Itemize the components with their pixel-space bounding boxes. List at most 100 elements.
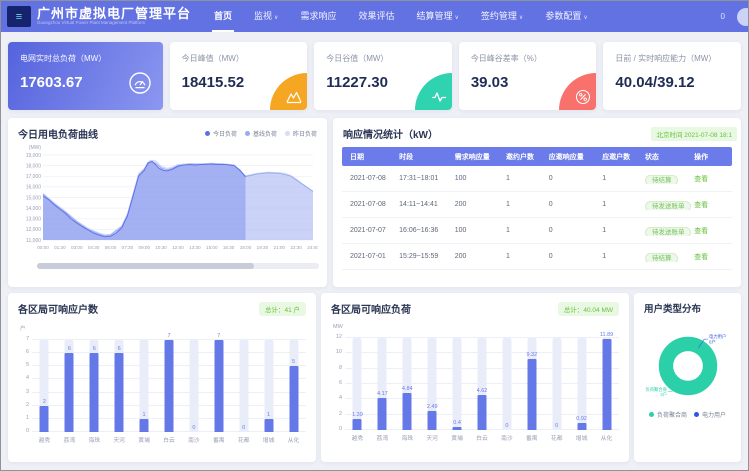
bar-value-label: 4.17 [370, 391, 395, 397]
table-cell: 0 [549, 175, 602, 182]
x-category-label: 越秀 [345, 433, 370, 442]
bar-value-label: 0 [231, 425, 256, 431]
view-link[interactable]: 查看 [694, 202, 708, 209]
x-category-label: 黄埔 [132, 435, 157, 444]
bar-4: 1 [132, 340, 157, 432]
brand: 广州市虚拟电厂管理平台 Guangzhou Virtual Power Plan… [37, 7, 191, 25]
app-subtitle: Guangzhou Virtual Power Plant Management… [37, 21, 191, 26]
district-load-categories: 越秀荔湾海珠天河黄埔白云南沙番禺花都增城从化 [345, 433, 619, 442]
nav-item-label: 结算管理 [416, 11, 452, 21]
legend-item[interactable]: 电力用户 [694, 410, 726, 419]
nav-item-2[interactable]: 需求响应 [289, 1, 347, 32]
bar-value-label: 1 [132, 412, 157, 418]
nav-item-4[interactable]: 结算管理∨ [405, 1, 469, 32]
bar-value-label: 2 [32, 399, 57, 405]
gauge-icon [129, 72, 151, 99]
bar-fill [477, 395, 486, 430]
user-type-donut-chart: 电力用户 0户 负荷聚合商 3户 [640, 319, 736, 409]
svg-text:16,000: 16,000 [26, 185, 42, 191]
load-curve-legend: 今日负荷 基线负荷昨日负荷 [205, 129, 317, 138]
bar-7: 7 [206, 340, 231, 432]
bar-10: 11.89 [594, 338, 619, 430]
kpi-label: 今日谷值（MW） [326, 53, 440, 64]
table-cell: 200 [455, 201, 506, 208]
legend-dot-icon [205, 131, 210, 136]
bar-fill [115, 353, 124, 432]
table-header-cell: 邀约户数 [506, 152, 549, 162]
district-load-chart: 0246810121.394.174.842.490.44.6209.3200.… [345, 338, 619, 430]
nav-item-6[interactable]: 参数配置∨ [534, 1, 598, 32]
topbar-right: 0 [721, 8, 748, 26]
legend-label: 基线负荷 [253, 129, 277, 138]
bar-6: 0 [494, 338, 519, 430]
y-axis-unit: 户 [20, 324, 316, 332]
table-cell: 100 [455, 175, 506, 182]
pie-value-aggregator: 3户 [660, 391, 667, 398]
svg-text:09:00: 09:00 [139, 245, 151, 250]
logo-glyph-icon: ≡ [16, 11, 22, 23]
svg-text:13,000: 13,000 [26, 217, 42, 223]
view-link[interactable]: 查看 [694, 228, 708, 235]
bar-background-track [477, 338, 486, 430]
bar-value-label: 0.4 [445, 420, 470, 426]
bar-6: 0 [181, 340, 206, 432]
legend-dot-icon [649, 412, 654, 417]
table-cell: 2021-07-08 [350, 201, 399, 208]
nav-item-1[interactable]: 监视∨ [243, 1, 289, 32]
table-cell: 1 [506, 201, 549, 208]
table-cell: 查看 [694, 200, 724, 210]
legend-dot-icon [285, 131, 290, 136]
district-users-categories: 越秀荔湾海珠天河黄埔白云南沙番禺花都增城从化 [32, 435, 306, 444]
user-type-title: 用户类型分布 [644, 301, 701, 315]
nav-item-5[interactable]: 签约管理∨ [470, 1, 534, 32]
bar-value-label: 6 [57, 346, 82, 352]
kpi-label: 日前 / 实时响应能力（MW） [615, 53, 729, 64]
legend-item[interactable]: 负荷聚合商 [649, 410, 687, 419]
table-cell: 0 [549, 201, 602, 208]
legend-item[interactable]: 基线负荷 [245, 129, 277, 138]
x-category-label: 花都 [544, 433, 569, 442]
bar-1: 6 [57, 340, 82, 432]
bar-value-label: 7 [157, 333, 182, 339]
svg-text:07:30: 07:30 [122, 245, 134, 250]
kpi-row: 电网实时总负荷（MW） 17603.67 今日峰值（MW） 18415.52 今… [8, 42, 741, 110]
table-cell: 1 [602, 227, 645, 234]
bar-background-track [164, 340, 173, 432]
bar-1: 4.17 [370, 338, 395, 430]
nav-item-0[interactable]: 首页 [203, 1, 243, 32]
bar-10: 5 [281, 340, 306, 432]
y-tick-label: 0 [16, 428, 29, 434]
y-tick-label: 12 [329, 334, 342, 340]
bar-value-label: 9.32 [519, 352, 544, 358]
kpi-value: 40.04/39.12 [615, 74, 729, 91]
y-tick-label: 7 [16, 336, 29, 342]
view-link[interactable]: 查看 [694, 254, 708, 261]
x-category-label: 白云 [157, 435, 182, 444]
table-header-cell: 操作 [694, 152, 724, 162]
chart-zoom-slider[interactable] [37, 263, 319, 269]
slider-selected-range[interactable] [37, 263, 254, 269]
legend-item[interactable]: 昨日负荷 [285, 129, 317, 138]
response-table: 日期时段需求响应量邀约户数应邀响应量应邀户数状态操作 2021-07-0817:… [342, 147, 732, 270]
bar-background-track [90, 340, 99, 432]
bar-fill [65, 353, 74, 432]
bar-8: 0 [544, 338, 569, 430]
legend-dot-icon [245, 131, 250, 136]
legend-item[interactable]: 今日负荷 [205, 129, 237, 138]
app-title: 广州市虚拟电厂管理平台 [37, 7, 191, 21]
user-avatar[interactable] [737, 8, 748, 26]
x-category-label: 荔湾 [370, 433, 395, 442]
svg-text:18,000: 18,000 [26, 163, 42, 169]
bar-fill [264, 419, 273, 432]
bar-background-track [453, 338, 462, 430]
table-cell: 待结算 [645, 174, 694, 184]
bar-fill [602, 339, 611, 430]
x-category-label: 番禺 [206, 435, 231, 444]
notification-count[interactable]: 0 [721, 12, 725, 21]
view-link[interactable]: 查看 [694, 176, 708, 183]
legend-dot-icon [694, 412, 699, 417]
nav-item-3[interactable]: 效果评估 [347, 1, 405, 32]
table-cell: 待发送账单 [645, 226, 694, 236]
response-table-header: 日期时段需求响应量邀约户数应邀响应量应邀户数状态操作 [342, 147, 732, 166]
pie-value-power-user: 0户 [709, 338, 716, 345]
